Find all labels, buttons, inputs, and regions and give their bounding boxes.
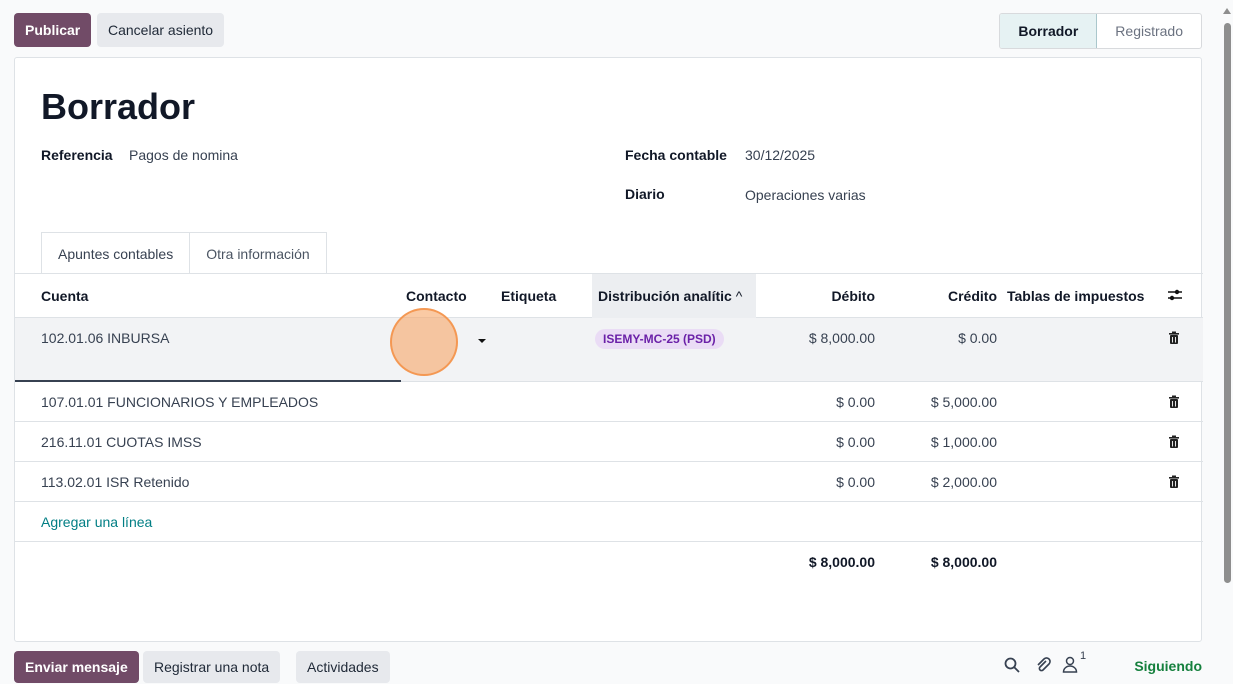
col-credit[interactable]: Crédito — [905, 274, 997, 318]
table-row[interactable]: 107.01.01 FUNCIONARIOS Y EMPLEADOS $ 0.0… — [15, 382, 1203, 422]
table-row[interactable]: 216.11.01 CUOTAS IMSS $ 0.00 $ 1,000.00 — [15, 422, 1203, 462]
page-title: Borrador — [41, 86, 196, 127]
status-step-posted[interactable]: Registrado — [1097, 14, 1201, 48]
account-cell[interactable]: 113.02.01 ISR Retenido — [41, 462, 189, 502]
caret-down-icon — [478, 339, 486, 343]
status-step-draft[interactable]: Borrador — [1000, 14, 1098, 48]
status-step-label: Registrado — [1115, 23, 1183, 39]
journal-items-table: Cuenta Contacto Etiqueta Distribución an… — [15, 273, 1203, 582]
trash-icon[interactable] — [1167, 475, 1181, 489]
credit-cell[interactable]: $ 5,000.00 — [905, 382, 997, 422]
add-line-link[interactable]: Agregar una línea — [41, 502, 152, 542]
activities-button[interactable]: Actividades — [296, 651, 390, 683]
tab-other-info[interactable]: Otra información — [190, 232, 327, 274]
contact-dropdown[interactable] — [477, 332, 487, 348]
account-cell[interactable]: 216.11.01 CUOTAS IMSS — [41, 422, 202, 462]
reference-label: Referencia — [41, 147, 113, 163]
notebook-tabs: Apuntes contables Otra información — [41, 232, 327, 274]
debit-cell[interactable]: $ 0.00 — [775, 462, 875, 502]
table-row[interactable]: 102.01.06 INBURSA ISEMY-MC-25 (PSD) $ 8,… — [15, 318, 1203, 382]
account-cell[interactable]: 107.01.01 FUNCIONARIOS Y EMPLEADOS — [41, 382, 318, 422]
user-icon — [1062, 656, 1078, 673]
col-taxes[interactable]: Tablas de impuestos — [1007, 274, 1144, 318]
col-debit[interactable]: Débito — [775, 274, 875, 318]
search-icon[interactable] — [1003, 656, 1023, 676]
debit-cell[interactable]: $ 8,000.00 — [775, 318, 875, 358]
column-settings-icon[interactable] — [1167, 288, 1183, 305]
click-indicator — [390, 308, 458, 376]
cancel-entry-button[interactable]: Cancelar asiento — [97, 13, 225, 47]
send-message-button[interactable]: Enviar mensaje — [14, 651, 139, 683]
trash-icon[interactable] — [1167, 435, 1181, 449]
analytic-tag[interactable]: ISEMY-MC-25 (PSD) — [595, 329, 724, 349]
followers-count: 1 — [1080, 650, 1087, 662]
form-sheet: Borrador Referencia Pagos de nomina Fech… — [14, 57, 1203, 642]
log-note-button[interactable]: Registrar una nota — [143, 651, 281, 683]
add-line-row: Agregar una línea — [15, 502, 1203, 542]
journal-field[interactable]: Operaciones varias — [745, 187, 866, 203]
journal-label: Diario — [625, 186, 665, 202]
scroll-up-arrow[interactable] — [1223, 8, 1231, 14]
table-row[interactable]: 113.02.01 ISR Retenido $ 0.00 $ 2,000.00 — [15, 462, 1203, 502]
debit-cell[interactable]: $ 0.00 — [775, 382, 875, 422]
following-button[interactable]: Siguiendo — [1134, 648, 1202, 684]
table-header: Cuenta Contacto Etiqueta Distribución an… — [15, 274, 1203, 318]
publish-button[interactable]: Publicar — [14, 13, 92, 47]
date-field[interactable]: 30/12/2025 — [745, 147, 815, 163]
col-analytic[interactable]: Distribución analític ^ — [592, 274, 756, 318]
totals-row: $ 8,000.00 $ 8,000.00 — [15, 542, 1203, 582]
scrollbar-thumb[interactable] — [1224, 23, 1231, 583]
tab-journal-items[interactable]: Apuntes contables — [41, 232, 191, 274]
col-analytic-label: Distribución analític — [598, 288, 732, 304]
chatter-bar: Enviar mensaje Registrar una nota Activi… — [0, 648, 1218, 684]
credit-cell[interactable]: $ 2,000.00 — [905, 462, 997, 502]
followers-button[interactable]: 1 — [1062, 650, 1094, 676]
control-panel: Publicar Cancelar asiento Borrador Regis… — [0, 0, 1218, 52]
total-debit: $ 8,000.00 — [808, 554, 875, 570]
date-label: Fecha contable — [625, 147, 727, 163]
credit-cell[interactable]: $ 1,000.00 — [905, 422, 997, 462]
credit-cell[interactable]: $ 0.00 — [905, 318, 997, 358]
trash-icon[interactable] — [1167, 331, 1181, 345]
sort-asc-icon: ^ — [735, 288, 743, 304]
paperclip-icon[interactable] — [1034, 656, 1054, 676]
col-account[interactable]: Cuenta — [41, 274, 88, 318]
statusbar: Borrador Registrado — [999, 13, 1202, 49]
trash-icon[interactable] — [1167, 395, 1181, 409]
col-label[interactable]: Etiqueta — [501, 274, 556, 318]
status-step-label: Borrador — [1018, 23, 1079, 39]
account-cell[interactable]: 102.01.06 INBURSA — [41, 318, 169, 358]
total-credit: $ 8,000.00 — [930, 554, 997, 570]
debit-cell[interactable]: $ 0.00 — [775, 422, 875, 462]
reference-field[interactable]: Pagos de nomina — [129, 147, 238, 163]
